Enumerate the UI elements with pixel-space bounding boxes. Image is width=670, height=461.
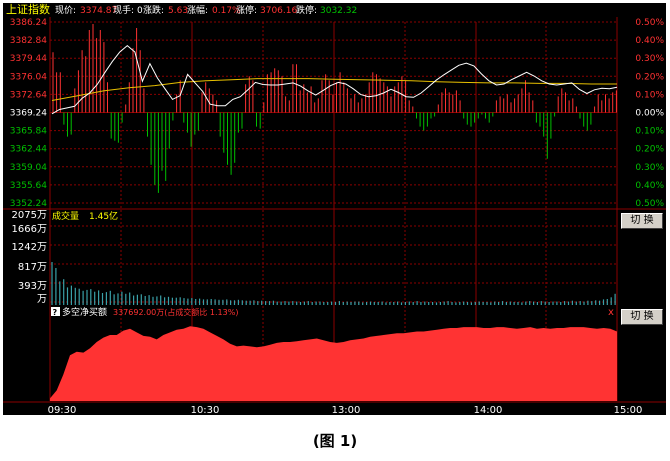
quote-header: 现价: 3374.87 现手: 0 涨跌: 5.63 涨幅: 0.17% 涨停:…: [55, 4, 357, 16]
close-icon[interactable]: x: [608, 307, 614, 318]
pct-tick-label: 0.20%: [635, 72, 664, 82]
volume-tick-label: 1666万: [12, 224, 47, 235]
change-value: 5.63: [168, 6, 188, 16]
time-tick-label: 14:00: [474, 405, 503, 416]
price-tick-label: 3379.44: [10, 54, 47, 64]
price-tick-label: 3352.24: [10, 199, 47, 209]
pct-tick-label: 0.00%: [635, 109, 664, 119]
net-buy-switch-button[interactable]: 切 换: [621, 309, 663, 325]
volume-tick-label: 2075万: [12, 210, 47, 221]
price-tick-label: 3365.84: [10, 127, 47, 137]
volume-tick-label: 1242万: [12, 242, 47, 253]
price-tick-label: 3369.24: [10, 109, 47, 119]
limit-up-label: 涨停:: [236, 4, 257, 16]
price-tick-label: 3376.04: [10, 72, 47, 82]
price-tick-label: 3355.64: [10, 181, 47, 191]
limit-up-value: 3706.16: [260, 6, 297, 16]
pct-tick-label: 0.30%: [635, 163, 664, 173]
change-label: 涨跌:: [143, 5, 164, 16]
pct-tick-label: 0.40%: [635, 181, 664, 191]
volume-tick-label: 817万: [18, 262, 47, 273]
pct-tick-label: 0.10%: [635, 127, 664, 137]
pct-tick-label: 0.30%: [635, 54, 664, 64]
pct-tick-label: 0.50%: [635, 199, 664, 209]
price-tick-label: 3372.64: [10, 90, 47, 100]
limit-down-label: 跌停:: [296, 4, 317, 16]
time-tick-label: 13:00: [332, 405, 361, 416]
price-tick-label: 3382.84: [10, 36, 47, 46]
pct-tick-label: 0.50%: [635, 18, 664, 28]
intraday-chart: 上证指数 现价: 3374.87 现手: 0 涨跌: 5.63 涨幅: 0.17…: [3, 2, 666, 416]
volume-value: 1.45亿: [89, 210, 118, 222]
price-value: 3374.87: [80, 6, 117, 16]
pct-tick-label: 0.10%: [635, 90, 664, 100]
volume-title: 成交量: [52, 210, 79, 222]
limit-down-value: 3032.32: [320, 6, 357, 16]
pct-tick-label: 0.40%: [635, 36, 664, 46]
help-icon[interactable]: ?: [53, 308, 58, 317]
volume-tick-label: 万: [37, 294, 47, 305]
net-buy-title: 多空净买额: [62, 306, 107, 318]
net-buy-value: 337692.00万(占成交额比 1.13%): [113, 307, 238, 317]
price-tick-label: 3359.04: [10, 163, 47, 173]
change-pct-label: 涨幅:: [187, 4, 208, 16]
hand-label: 现手:: [113, 4, 134, 16]
time-tick-label: 09:30: [48, 405, 77, 416]
volume-tick-label: 393万: [18, 281, 47, 292]
volume-switch-button[interactable]: 切 换: [621, 213, 663, 229]
pct-tick-label: 0.20%: [635, 145, 664, 155]
figure-caption: (图 1): [312, 432, 358, 450]
price-tick-label: 3386.24: [10, 18, 47, 28]
time-tick-label: 10:30: [191, 405, 220, 416]
price-tick-label: 3362.44: [10, 145, 47, 155]
index-name: 上证指数: [6, 2, 50, 16]
time-tick-label: 15:00: [614, 405, 643, 416]
price-label: 现价:: [55, 5, 76, 16]
